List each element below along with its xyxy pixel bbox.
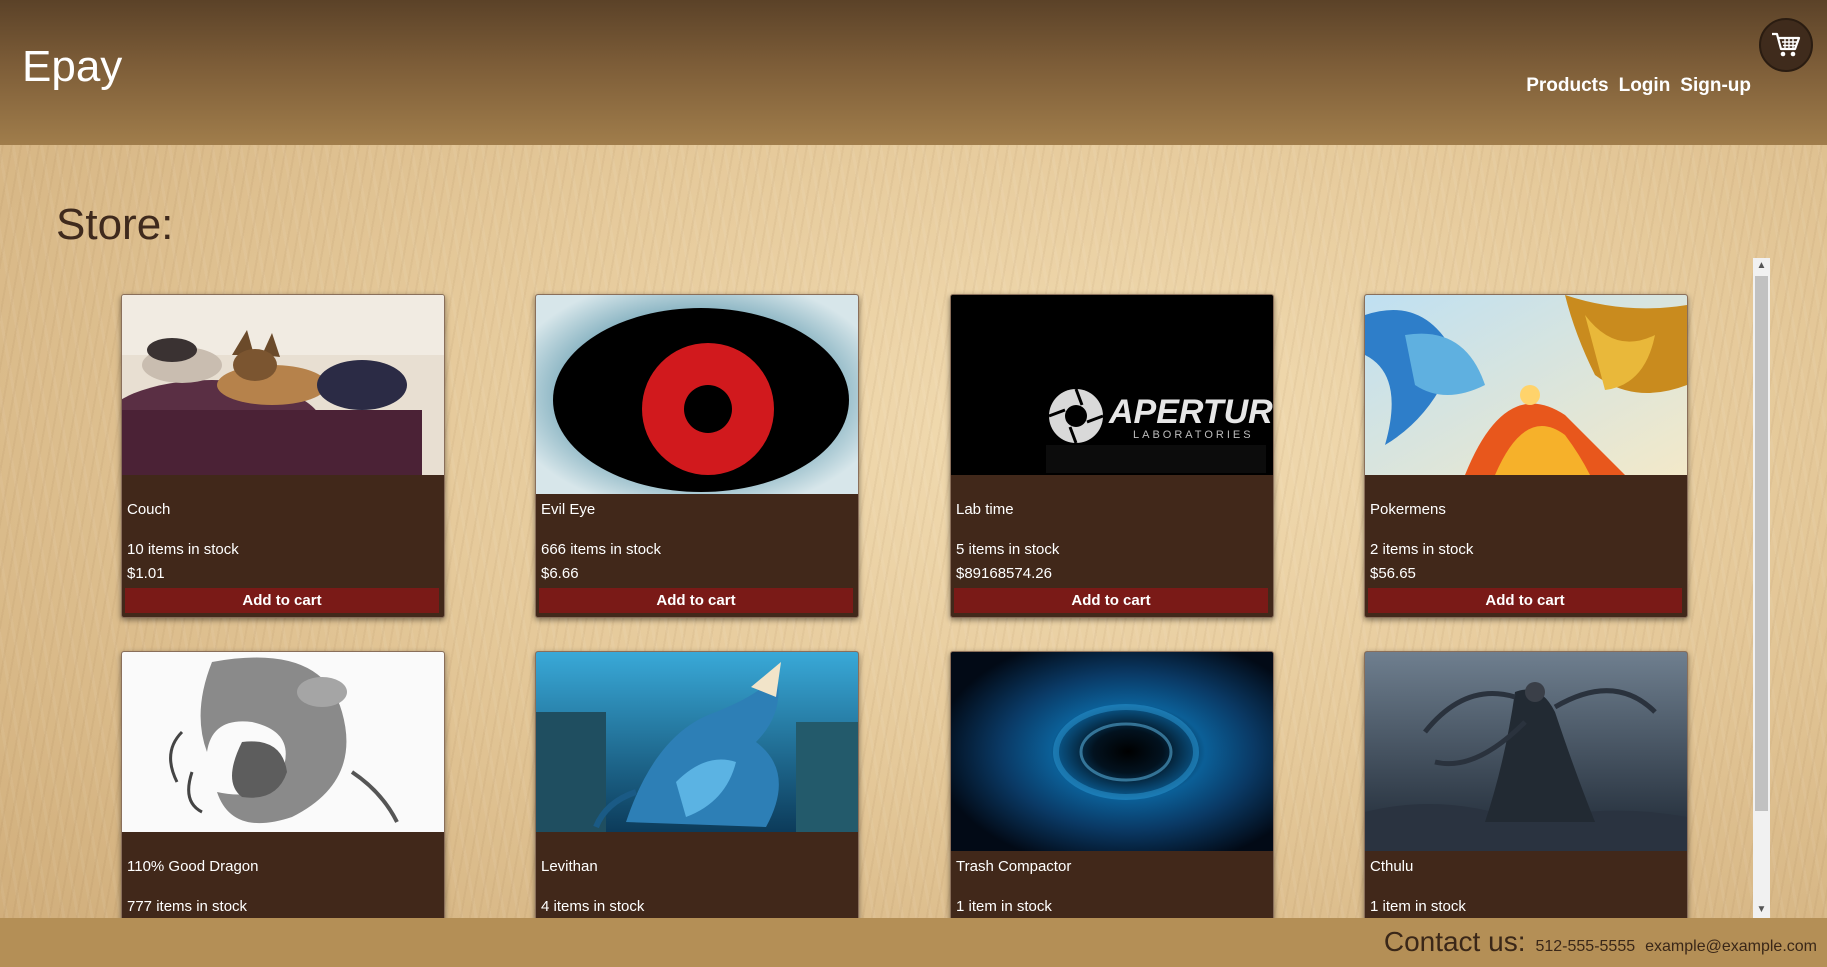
contact-info: Contact us: 512-555-5555 example@example… — [1384, 926, 1817, 958]
product-name: Cthulu — [1370, 858, 1414, 875]
product-name: Trash Compactor — [956, 858, 1072, 875]
product-name: Couch — [127, 501, 171, 518]
product-image-levithan[interactable] — [536, 652, 858, 832]
product-stock: 5 items in stock — [956, 541, 1060, 558]
product-stock: 777 items in stock — [127, 898, 248, 915]
product-card: Couch 10 items in stock $1.01 Add to car… — [121, 294, 445, 618]
product-image-lab-time[interactable]: APERTURE LABORATORIES — [951, 295, 1273, 475]
product-price: $1.01 — [127, 565, 165, 582]
product-card: Levithan 4 items in stock Add to cart — [535, 651, 859, 918]
site-footer: Contact us: 512-555-5555 example@example… — [0, 918, 1827, 967]
nav-login-link[interactable]: Login — [1619, 75, 1671, 97]
product-image-couch[interactable] — [122, 295, 444, 475]
product-card: Cthulu 1 item in stock Add to cart — [1364, 651, 1688, 918]
product-stock: 4 items in stock — [541, 898, 645, 915]
product-image-evil-eye[interactable] — [536, 295, 858, 494]
shopping-cart-icon — [1772, 32, 1801, 57]
add-to-cart-button[interactable]: Add to cart — [954, 588, 1268, 613]
product-stock: 1 item in stock — [956, 898, 1052, 915]
store-heading: Store: — [56, 200, 174, 249]
product-card: 110% Good Dragon 777 items in stock Add … — [121, 651, 445, 918]
site-header: Epay Products Login Sign-up — [0, 0, 1827, 145]
product-image-trash-compactor[interactable] — [951, 652, 1273, 851]
product-name: Levithan — [541, 858, 598, 875]
nav-products-link[interactable]: Products — [1526, 75, 1608, 97]
product-grid: Couch 10 items in stock $1.01 Add to car… — [0, 250, 1755, 918]
brand-logo[interactable]: Epay — [22, 42, 122, 92]
cart-button[interactable] — [1759, 18, 1813, 72]
product-image-cthulu[interactable] — [1365, 652, 1687, 851]
scroll-up-icon[interactable]: ▲ — [1753, 258, 1770, 274]
scroll-down-icon[interactable]: ▼ — [1753, 902, 1770, 918]
product-card: Pokermens 2 items in stock $56.65 Add to… — [1364, 294, 1688, 618]
aperture-subtitle: LABORATORIES — [1133, 429, 1254, 441]
product-stock: 2 items in stock — [1370, 541, 1474, 558]
product-image-pokermens[interactable] — [1365, 295, 1687, 475]
product-image-dragon[interactable] — [122, 652, 444, 832]
add-to-cart-button[interactable]: Add to cart — [1368, 588, 1682, 613]
product-price: $56.65 — [1370, 565, 1416, 582]
product-name: Evil Eye — [541, 501, 596, 518]
aperture-wordmark: APERTURE — [1108, 393, 1273, 431]
contact-label: Contact us: — [1383, 926, 1526, 957]
product-price: $6.66 — [541, 565, 579, 582]
scrollbar-thumb[interactable] — [1755, 276, 1768, 811]
product-card: Trash Compactor 1 item in stock Add to c… — [950, 651, 1274, 918]
product-card: APERTURE LABORATORIES Lab time 5 items i… — [950, 294, 1274, 618]
product-price: $89168574.26 — [956, 565, 1052, 582]
product-name: Lab time — [956, 501, 1014, 518]
product-stock: 10 items in stock — [127, 541, 239, 558]
product-name: 110% Good Dragon — [127, 858, 259, 875]
product-stock: 666 items in stock — [541, 541, 662, 558]
contact-phone: 512-555-5555 — [1535, 938, 1636, 955]
contact-email: example@example.com — [1645, 938, 1817, 955]
nav-signup-link[interactable]: Sign-up — [1680, 75, 1751, 97]
product-name: Pokermens — [1370, 501, 1446, 518]
main-nav: Products Login Sign-up — [1526, 75, 1751, 97]
product-stock: 1 item in stock — [1370, 898, 1466, 915]
product-grid-scrollbar[interactable]: ▲ ▼ — [1753, 258, 1770, 918]
product-card: Evil Eye 666 items in stock $6.66 Add to… — [535, 294, 859, 618]
add-to-cart-button[interactable]: Add to cart — [539, 588, 853, 613]
add-to-cart-button[interactable]: Add to cart — [125, 588, 439, 613]
